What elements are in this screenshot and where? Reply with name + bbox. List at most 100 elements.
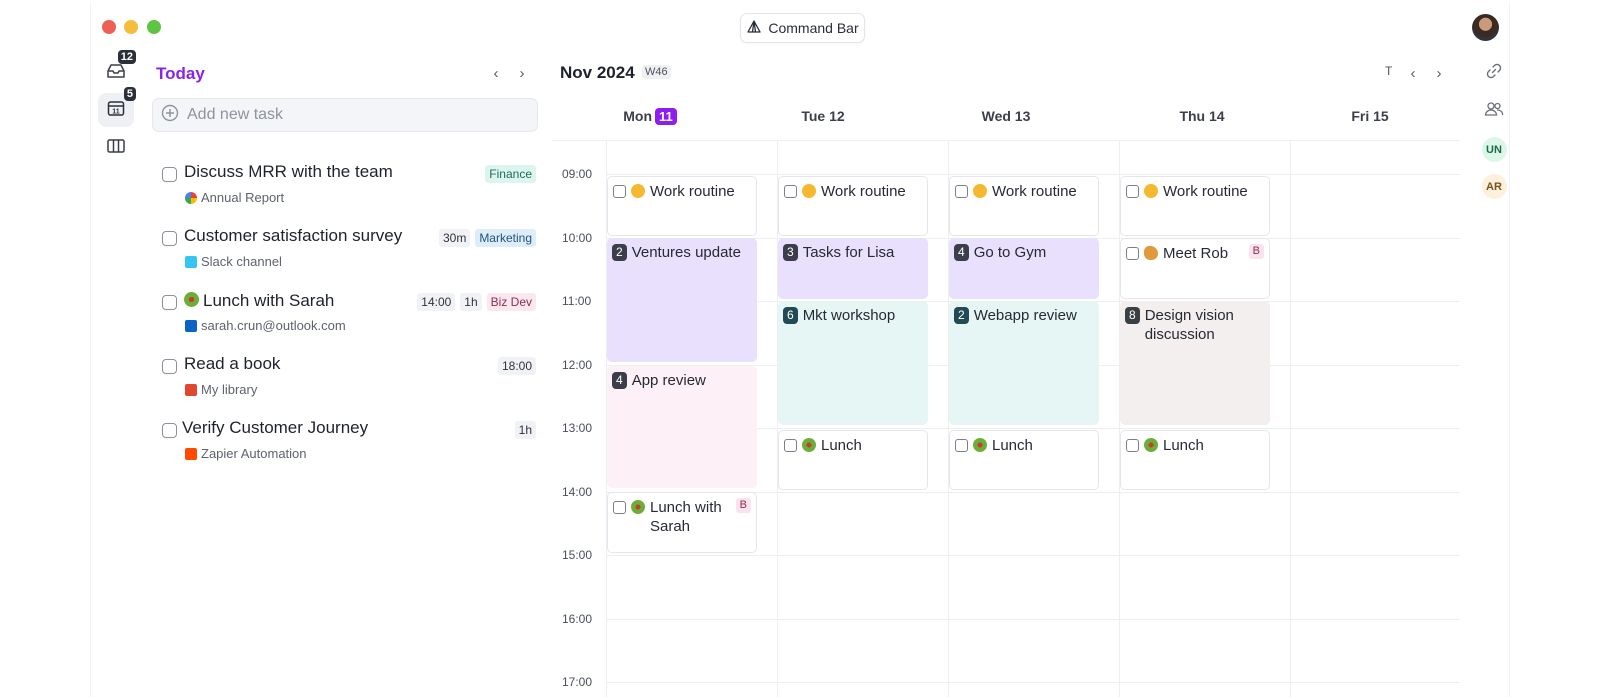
add-task-placeholder: Add new task: [187, 106, 284, 123]
task-title: Customer satisfaction survey: [184, 226, 403, 245]
inbox-button[interactable]: 12: [98, 50, 136, 90]
day-name: Fri 15: [1351, 108, 1389, 124]
task-checkbox[interactable]: [162, 231, 177, 246]
calendar-next-button[interactable]: ›: [1429, 62, 1449, 84]
event-mkt-workshop[interactable]: 6 Mkt workshop: [778, 301, 928, 425]
event-tasks-for-lisa[interactable]: 3 Tasks for Lisa: [778, 238, 928, 299]
day-header[interactable]: Mon 11: [600, 108, 700, 125]
day-name: Wed 13: [981, 108, 1031, 124]
task-item[interactable]: Lunch with Sarah sarah.crun@outlook.com 14…: [162, 288, 536, 344]
board-view-button[interactable]: [98, 131, 134, 165]
event-checkbox[interactable]: [1126, 247, 1139, 260]
maximize-window-button[interactable]: [147, 20, 161, 34]
task-checkbox[interactable]: [162, 359, 177, 374]
share-link-button[interactable]: [1479, 62, 1509, 84]
library-icon: [185, 383, 197, 396]
user-avatar[interactable]: [1472, 14, 1499, 41]
task-tag: 30m: [438, 229, 471, 247]
event-checkbox[interactable]: [955, 185, 968, 198]
event-design-vision-discussion[interactable]: 8 Design vision discussion: [1120, 301, 1270, 425]
task-source-label: Slack channel: [201, 254, 282, 269]
task-tag: Marketing: [475, 229, 536, 247]
event-checkbox[interactable]: [1126, 439, 1139, 452]
task-tag: 1h: [514, 421, 536, 439]
event-b-badge: B: [735, 498, 751, 513]
day-header[interactable]: Wed 13: [951, 108, 1061, 124]
event-meet-rob[interactable]: Meet Rob B: [1120, 238, 1270, 299]
member-avatar-un[interactable]: UN: [1479, 136, 1509, 163]
task-item[interactable]: Verify Customer Journey Zapier Automation…: [162, 416, 536, 472]
chevron-right-icon: ›: [519, 64, 525, 82]
event-thu-lunch[interactable]: Lunch: [1120, 430, 1270, 490]
event-go-to-gym[interactable]: 4 Go to Gym: [949, 238, 1099, 299]
event-wed-lunch[interactable]: Lunch: [949, 430, 1099, 490]
task-source: Zapier Automation: [185, 446, 307, 461]
task-item[interactable]: Read a book My library 18:00: [162, 352, 536, 408]
day-name: Tue 12: [801, 108, 845, 124]
add-task-input[interactable]: Add new task: [152, 98, 538, 132]
team-button[interactable]: [1479, 100, 1509, 122]
event-title: Design vision discussion: [1144, 307, 1234, 343]
event-title: Lunch: [1163, 437, 1204, 454]
event-count-badge: 6: [783, 307, 798, 324]
event-tue-work-routine[interactable]: Work routine: [778, 176, 928, 236]
event-title: Work routine: [1163, 183, 1248, 200]
command-bar-icon: [746, 19, 762, 38]
task-checkbox[interactable]: [162, 295, 177, 310]
users-icon: [1484, 101, 1504, 122]
day-header[interactable]: Thu 14: [1147, 108, 1257, 124]
day-header[interactable]: Fri 15: [1315, 108, 1425, 124]
event-wed-work-routine[interactable]: Work routine: [949, 176, 1099, 236]
task-item[interactable]: Customer satisfaction survey Slack channe…: [162, 224, 536, 280]
event-title: Go to Gym: [973, 244, 1047, 261]
week-badge: W46: [642, 65, 671, 79]
event-title: Lunch: [992, 437, 1033, 454]
event-checkbox[interactable]: [955, 439, 968, 452]
event-count-badge: 3: [783, 244, 798, 261]
event-checkbox[interactable]: [784, 439, 797, 452]
event-checkbox[interactable]: [613, 501, 626, 514]
event-checkbox[interactable]: [613, 185, 626, 198]
event-lunch-with-sarah[interactable]: Lunch with Sarah B: [607, 492, 757, 553]
link-icon: [1485, 62, 1503, 85]
event-title: Work routine: [650, 183, 735, 200]
calendar-view-button[interactable]: 11 5: [98, 87, 136, 127]
event-thu-work-routine[interactable]: Work routine: [1120, 176, 1270, 236]
svg-text:11: 11: [112, 108, 120, 115]
command-bar-button[interactable]: Command Bar: [740, 13, 865, 43]
today-date-badge: 11: [655, 108, 677, 125]
task-title: Read a book: [184, 354, 281, 373]
close-window-button[interactable]: [102, 20, 116, 34]
calendar-today-button[interactable]: T: [1385, 64, 1392, 78]
task-item[interactable]: Discuss MRR with the team Annual Report Fi…: [162, 160, 536, 216]
zapier-icon: [185, 447, 197, 460]
task-checkbox[interactable]: [162, 423, 177, 438]
task-title: Verify Customer Journey: [182, 418, 369, 437]
calendar-prev-button[interactable]: ‹: [1403, 62, 1423, 84]
event-app-review[interactable]: 4 App review: [607, 366, 757, 488]
avatar-initials: AR: [1481, 174, 1507, 199]
event-webapp-review[interactable]: 2 Webapp review: [949, 301, 1099, 425]
event-checkbox[interactable]: [1126, 185, 1139, 198]
event-tue-lunch[interactable]: Lunch: [778, 430, 928, 490]
today-next-button[interactable]: ›: [512, 62, 532, 84]
event-checkbox[interactable]: [784, 185, 797, 198]
task-source-label: Annual Report: [201, 190, 285, 205]
event-count-badge: 8: [1125, 307, 1140, 324]
time-label: 13:00: [562, 421, 593, 435]
event-mon-work-routine[interactable]: Work routine: [607, 176, 757, 236]
event-title: App review: [631, 372, 706, 389]
event-ventures-update[interactable]: 2 Ventures update: [607, 238, 757, 362]
task-checkbox[interactable]: [162, 167, 177, 182]
minimize-window-button[interactable]: [124, 20, 138, 34]
day-header[interactable]: Tue 12: [768, 108, 878, 124]
task-tag: Finance: [485, 165, 536, 183]
smile-emoji-icon: [1144, 184, 1158, 198]
member-avatar-ar[interactable]: AR: [1479, 173, 1509, 200]
slack-icon: [185, 255, 197, 268]
task-tags: 14:00 1h Biz Dev: [417, 293, 536, 311]
today-prev-button[interactable]: ‹: [486, 62, 506, 84]
event-count-badge: 2: [612, 244, 627, 261]
event-count-badge: 2: [954, 307, 969, 324]
task-tags: 1h: [514, 421, 536, 439]
